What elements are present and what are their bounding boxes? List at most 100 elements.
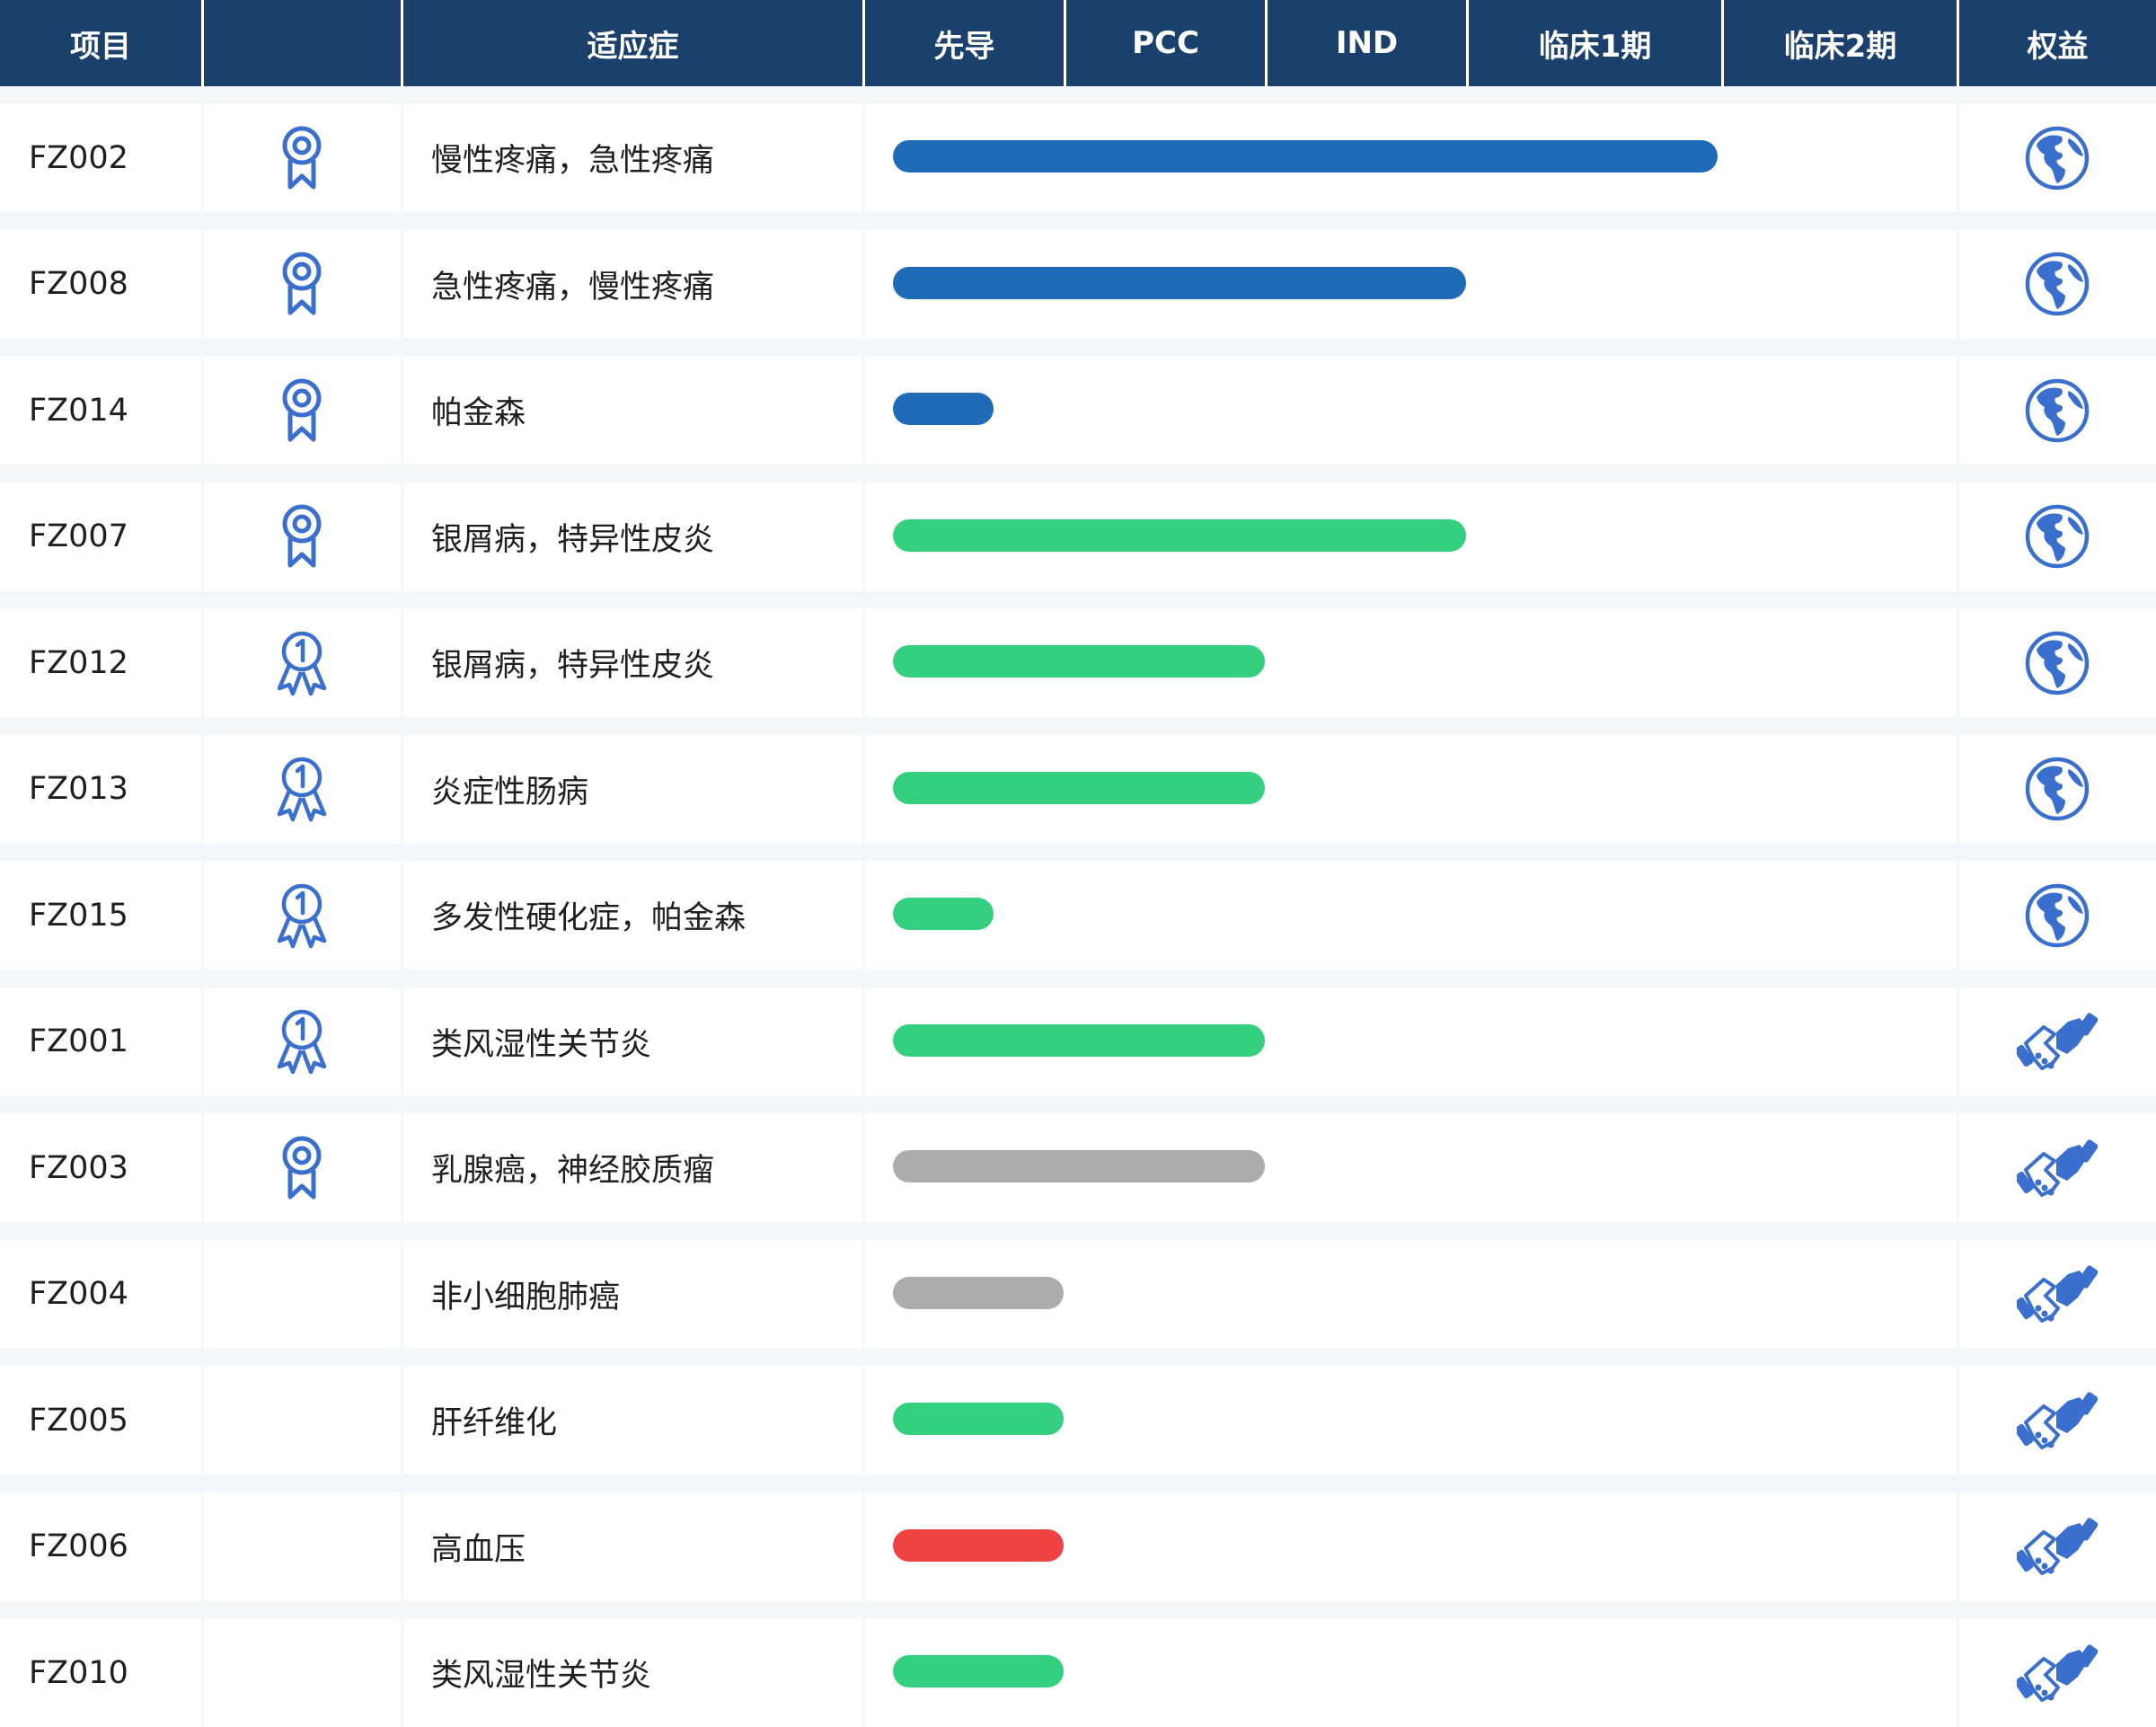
header-phase1: 临床1期 xyxy=(1466,0,1721,86)
column-divider xyxy=(862,608,865,717)
table-row[interactable]: FZ003 乳腺癌，神经胶质瘤 xyxy=(0,1113,2156,1222)
column-divider xyxy=(862,1239,865,1349)
indication-text: 类风湿性关节炎 xyxy=(431,1658,652,1694)
table-row[interactable]: FZ015 多发性硬化症，帕金森 xyxy=(0,861,2156,970)
project-id: FZ014 xyxy=(29,392,128,429)
project-id: FZ006 xyxy=(29,1528,128,1564)
handshake-icon[interactable] xyxy=(1958,1492,2156,1601)
globe-icon[interactable] xyxy=(1958,103,2156,212)
column-divider xyxy=(862,103,865,212)
column-divider xyxy=(862,482,865,591)
badge-empty xyxy=(202,1240,402,1349)
progress-bar xyxy=(893,771,1265,804)
table-row[interactable]: FZ006 高血压 xyxy=(0,1492,2156,1601)
table-row[interactable]: FZ012 银屑病，特异性皮炎 xyxy=(0,608,2156,717)
table-row[interactable]: FZ005 肝纤维化 xyxy=(0,1366,2156,1475)
globe-icon[interactable] xyxy=(1958,230,2156,339)
column-divider xyxy=(862,734,865,844)
table-header: 项目 适应症 先导 PCC IND 临床1期 临床2期 权益 xyxy=(0,0,2156,86)
pipeline-table: 项目 适应症 先导 PCC IND 临床1期 临床2期 权益 FZ002 慢性疼… xyxy=(0,0,2156,1727)
first-medal-icon xyxy=(202,861,402,970)
globe-icon[interactable] xyxy=(1958,861,2156,970)
progress-bar xyxy=(893,1528,1064,1562)
header-project: 项目 xyxy=(70,28,131,65)
globe-icon[interactable] xyxy=(1958,483,2156,591)
project-id: FZ003 xyxy=(29,1149,128,1186)
progress-bar xyxy=(893,898,994,930)
column-divider xyxy=(862,356,865,465)
progress-bar xyxy=(893,645,1265,678)
indication-text: 炎症性肠病 xyxy=(431,774,589,810)
project-id: FZ007 xyxy=(29,518,128,554)
project-id: FZ005 xyxy=(29,1402,128,1439)
header-rights: 权益 xyxy=(1957,0,2156,86)
project-id: FZ001 xyxy=(29,1023,128,1059)
progress-bar xyxy=(893,518,1466,552)
table-row[interactable]: FZ013 炎症性肠病 xyxy=(0,734,2156,844)
handshake-icon[interactable] xyxy=(1958,1366,2156,1475)
ribbon-icon xyxy=(202,1113,402,1222)
table-row[interactable]: FZ001 类风湿性关节炎 xyxy=(0,987,2156,1096)
table-row[interactable]: FZ010 类风湿性关节炎 xyxy=(0,1618,2156,1727)
project-id: FZ010 xyxy=(29,1654,128,1691)
progress-bar xyxy=(893,1023,1265,1057)
indication-text: 非小细胞肺癌 xyxy=(431,1279,621,1315)
indication-text: 银屑病，特异性皮炎 xyxy=(431,648,715,684)
column-divider xyxy=(862,1618,865,1727)
project-id: FZ012 xyxy=(29,644,128,681)
column-divider xyxy=(862,861,865,970)
table-row[interactable]: FZ002 慢性疼痛，急性疼痛 xyxy=(0,103,2156,212)
indication-text: 慢性疼痛，急性疼痛 xyxy=(431,143,715,179)
indication-text: 多发性硬化症，帕金森 xyxy=(431,900,747,936)
project-id: FZ002 xyxy=(29,139,128,176)
progress-bar xyxy=(893,266,1466,299)
project-id: FZ008 xyxy=(29,266,128,302)
handshake-icon[interactable] xyxy=(1958,987,2156,1096)
first-medal-icon xyxy=(202,987,402,1096)
header-ind: IND xyxy=(1265,0,1466,86)
project-id: FZ015 xyxy=(29,897,128,934)
table-row[interactable]: FZ007 银屑病，特异性皮炎 xyxy=(0,482,2156,591)
indication-text: 急性疼痛，慢性疼痛 xyxy=(431,269,715,306)
progress-bar xyxy=(893,140,1718,173)
indication-text: 帕金森 xyxy=(431,395,526,431)
indication-text: 乳腺癌，神经胶质瘤 xyxy=(431,1153,715,1189)
progress-bar xyxy=(893,1150,1265,1182)
column-divider xyxy=(862,1492,865,1601)
header-badge xyxy=(201,0,401,86)
first-medal-icon xyxy=(202,608,402,717)
header-phase2: 临床2期 xyxy=(1721,0,1957,86)
badge-empty xyxy=(202,1618,402,1727)
handshake-icon[interactable] xyxy=(1958,1240,2156,1349)
globe-icon[interactable] xyxy=(1958,356,2156,465)
ribbon-icon xyxy=(202,483,402,591)
indication-text: 银屑病，特异性皮炎 xyxy=(431,521,715,558)
handshake-icon[interactable] xyxy=(1958,1113,2156,1222)
indication-text: 类风湿性关节炎 xyxy=(431,1026,652,1063)
progress-bar xyxy=(893,1403,1064,1435)
column-divider xyxy=(862,987,865,1096)
indication-text: 肝纤维化 xyxy=(431,1405,558,1441)
handshake-icon[interactable] xyxy=(1958,1618,2156,1727)
column-divider xyxy=(862,1366,865,1475)
progress-bar xyxy=(893,1276,1064,1309)
ribbon-icon xyxy=(202,230,402,339)
project-id: FZ013 xyxy=(29,771,128,807)
ribbon-icon xyxy=(202,356,402,465)
header-pcc: PCC xyxy=(1064,0,1265,86)
first-medal-icon xyxy=(202,735,402,844)
header-lead: 先导 xyxy=(862,0,1064,86)
badge-empty xyxy=(202,1366,402,1475)
column-divider xyxy=(862,1113,865,1222)
progress-bar xyxy=(893,1655,1064,1687)
table-row[interactable]: FZ014 帕金森 xyxy=(0,356,2156,465)
globe-icon[interactable] xyxy=(1958,608,2156,717)
project-id: FZ004 xyxy=(29,1276,128,1312)
ribbon-icon xyxy=(202,103,402,212)
badge-empty xyxy=(202,1492,402,1601)
table-row[interactable]: FZ008 急性疼痛，慢性疼痛 xyxy=(0,229,2156,339)
globe-icon[interactable] xyxy=(1958,735,2156,844)
progress-bar xyxy=(893,393,994,425)
table-row[interactable]: FZ004 非小细胞肺癌 xyxy=(0,1239,2156,1349)
header-indication: 适应症 xyxy=(401,0,862,86)
